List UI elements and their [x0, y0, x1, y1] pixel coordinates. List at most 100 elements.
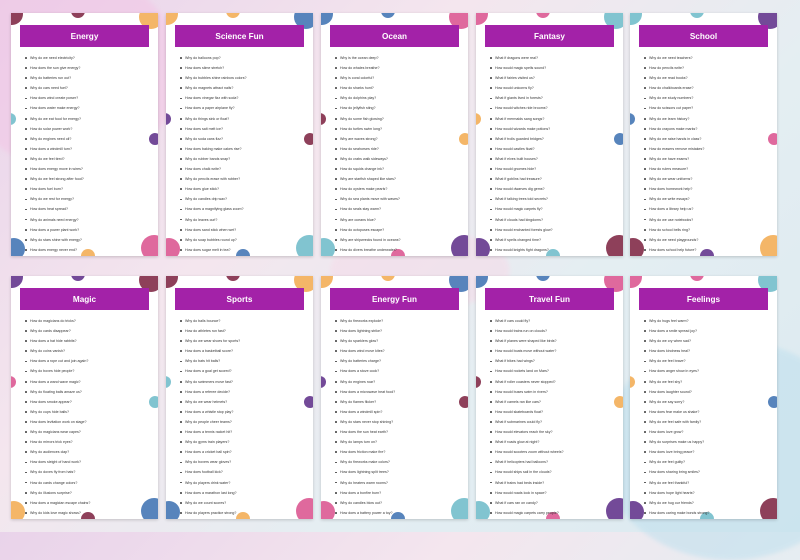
- decor-shape: [11, 276, 23, 288]
- question-item: How do turtles swim long?: [334, 124, 460, 134]
- question-item: Why do we learn history?: [643, 114, 769, 124]
- question-item: How does the sun heat earth?: [334, 427, 460, 437]
- question-item: How would boats move without water?: [489, 346, 615, 356]
- card-title: School: [639, 25, 768, 47]
- question-item: Why do we rest for energy?: [24, 194, 150, 204]
- question-item: Why do we study numbers?: [643, 93, 769, 103]
- question-item: Why do boxes hide people?: [24, 366, 150, 376]
- question-item: How does hope light hearts?: [643, 488, 769, 498]
- question-item: Why do bats hit balls?: [179, 356, 305, 366]
- question-item: How does love grow?: [643, 427, 769, 437]
- decor-shape: [166, 238, 180, 256]
- question-item: How does caring make bonds strong?: [643, 508, 769, 518]
- decor-shape: [476, 238, 490, 256]
- question-item: What if mermaids sang songs?: [489, 114, 615, 124]
- question-item: Why do things sink or float?: [179, 114, 305, 124]
- worksheet-card: Science Fun Why do balloons pop? How does …: [166, 13, 313, 256]
- question-item: Why do engines need oil?: [24, 134, 150, 144]
- question-item: Why do players drink water?: [179, 478, 305, 488]
- question-item: How does a basketball score?: [179, 346, 305, 356]
- question-item: What if cars could fly?: [489, 316, 615, 326]
- question-item: How do players practice strong?: [179, 508, 305, 518]
- question-item: Why do we wear uniforms?: [643, 174, 769, 184]
- question-item: How do seahorses ride?: [334, 144, 460, 154]
- question-item: How does a smile spread joy?: [643, 326, 769, 336]
- question-item: How does a whistle stop play?: [179, 407, 305, 417]
- question-item: Why do animals need energy?: [24, 215, 150, 225]
- decor-shape: [381, 13, 395, 18]
- decor-shape: [321, 376, 326, 388]
- question-item: How does a cricket ball spin?: [179, 447, 305, 457]
- question-item: How do scissors cut paper?: [643, 103, 769, 113]
- question-item: How does a windmill spin?: [334, 407, 460, 417]
- question-item: Why do crabs walk sideways?: [334, 154, 460, 164]
- card-title: Feelings: [639, 288, 768, 310]
- question-item: How does sugar melt in tea?: [179, 245, 305, 255]
- question-item: How does kindness heal?: [643, 346, 769, 356]
- question-item: How does salt melt ice?: [179, 124, 305, 134]
- question-item: How do divers breathe underwater?: [334, 245, 460, 255]
- question-item: What if spells changed time?: [489, 235, 615, 245]
- question-item: How does laughter sound?: [643, 387, 769, 397]
- question-item: How does glue stick?: [179, 184, 305, 194]
- question-item: Why do soda cans fizz?: [179, 134, 305, 144]
- card-title: Sports: [175, 288, 304, 310]
- card-title: Energy Fun: [330, 288, 459, 310]
- question-item: How would roads look in space?: [489, 488, 615, 498]
- question-item: Why is the ocean deep?: [334, 53, 460, 63]
- decor-shape: [149, 396, 158, 408]
- decor-shape: [630, 238, 644, 256]
- question-item: How do octopuses escape?: [334, 225, 460, 235]
- question-item: How would witches ride brooms?: [489, 103, 615, 113]
- decor-shape: [149, 133, 158, 145]
- question-item: How does a microwave heat food?: [334, 387, 460, 397]
- question-item: Why are oceans blue?: [334, 215, 460, 225]
- question-item: Why do boxers wear gloves?: [179, 457, 305, 467]
- decor-shape: [614, 133, 623, 145]
- question-item: How would magic spells sound?: [489, 63, 615, 73]
- worksheet-card: Magic How do magicians do tricks? Why do c…: [11, 276, 158, 519]
- question-item: Why do magnets attract nails?: [179, 83, 305, 93]
- decor-shape: [690, 276, 704, 281]
- decor-shape: [630, 13, 642, 25]
- question-item: Why do people cheer teams?: [179, 417, 305, 427]
- worksheet-card: Feelings Why do hugs feel warm? How does a…: [630, 276, 777, 519]
- question-item: Why are shipwrecks found in oceans?: [334, 235, 460, 245]
- question-item: Why do we count scores?: [179, 498, 305, 508]
- question-item: Why do doves fly from hats?: [24, 467, 150, 477]
- question-item: What if bikes had wings?: [489, 356, 615, 366]
- question-item: Why do we need playgrounds?: [643, 235, 769, 245]
- question-item: Why do hugs feel warm?: [643, 316, 769, 326]
- question-item: Why do engines roar?: [334, 377, 460, 387]
- question-item: Why do we write essays?: [643, 194, 769, 204]
- question-item: How does a battery power a toy?: [334, 508, 460, 518]
- decor-shape: [321, 501, 335, 519]
- question-item: Why do we feel strong after food?: [24, 174, 150, 184]
- question-list: Why is the ocean deep? How do whales brea…: [334, 53, 460, 255]
- decor-shape: [768, 396, 777, 408]
- question-item: How do magicians do tricks?: [24, 316, 150, 326]
- question-item: Why do cups hide balls?: [24, 407, 150, 417]
- question-item: Why do we raise hands in class?: [643, 134, 769, 144]
- question-item: Why do batteries charge?: [334, 356, 460, 366]
- decor-shape: [614, 396, 623, 408]
- question-item: How does homework help?: [643, 184, 769, 194]
- question-item: Why do heaters warm rooms?: [334, 478, 460, 488]
- question-item: Why do we need teachers?: [643, 53, 769, 63]
- decor-shape: [321, 13, 333, 25]
- decor-shape: [11, 13, 23, 25]
- question-item: How would gnomes hide?: [489, 164, 615, 174]
- question-item: Why do we feel tired?: [24, 154, 150, 164]
- decor-shape: [476, 276, 488, 288]
- worksheet-card: Ocean Why is the ocean deep? How do whales…: [321, 13, 468, 256]
- question-item: Why do sparklers glow?: [334, 336, 460, 346]
- decor-shape: [11, 113, 16, 125]
- question-list: Why do balloons pop? How does slime stret…: [179, 53, 305, 255]
- question-item: How would trains run on clouds?: [489, 326, 615, 336]
- decor-shape: [536, 276, 550, 281]
- question-item: How do school bells ring?: [643, 225, 769, 235]
- question-item: How would skateboards float?: [489, 407, 615, 417]
- decor-shape: [476, 376, 481, 388]
- question-item: How does anger show in eyes?: [643, 366, 769, 376]
- question-item: Why do leaves curl?: [179, 215, 305, 225]
